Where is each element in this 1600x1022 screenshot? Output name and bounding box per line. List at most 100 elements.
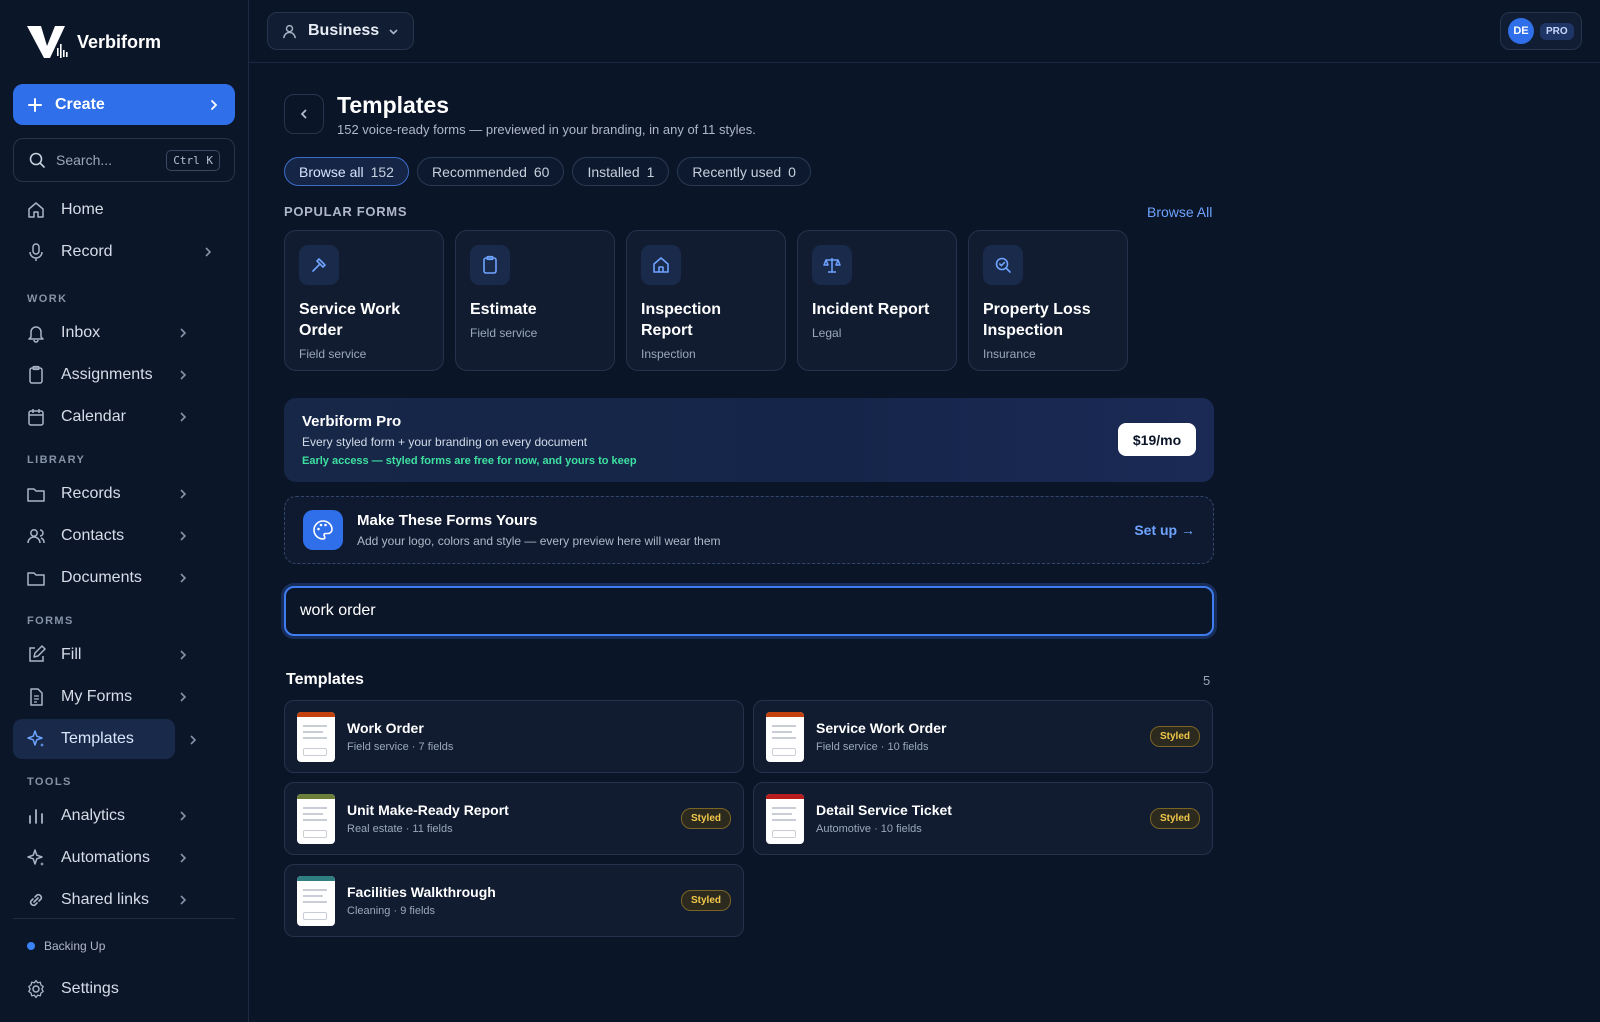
hammer-icon	[299, 245, 339, 285]
sidebar-item-label: Analytics	[61, 807, 126, 824]
results-heading: Templates	[286, 671, 364, 688]
sidebar-item-settings[interactable]: Settings	[13, 969, 225, 1009]
sidebar-item-documents[interactable]: Documents	[13, 558, 225, 598]
clipboard-icon	[29, 365, 43, 384]
chevron-right-icon	[180, 328, 187, 338]
sidebar-item-label: Documents	[61, 569, 142, 586]
template-name: Service Work Order	[816, 720, 947, 736]
search-icon	[29, 152, 45, 168]
page-subtitle: 152 voice-ready forms — previewed in you…	[337, 122, 756, 137]
sidebar-item-my-forms[interactable]: My Forms	[13, 677, 225, 717]
bar-chart-icon	[29, 809, 43, 824]
popular-card-category: Inspection	[641, 347, 696, 361]
sidebar-item-automations[interactable]: Automations	[13, 838, 225, 878]
sidebar-item-templates[interactable]: Templates	[13, 719, 175, 759]
sidebar-item-label: Inbox	[61, 324, 101, 341]
sidebar-search[interactable]: Search... Ctrl K	[13, 138, 235, 182]
sidebar-item-fill[interactable]: Fill	[13, 635, 225, 675]
tab-recently-used[interactable]: Recently used 0	[677, 157, 811, 186]
create-button[interactable]: Create	[13, 84, 235, 125]
section-label-work: WORK	[27, 293, 68, 305]
popular-card-inspection-report[interactable]: Inspection Report Inspection	[626, 230, 786, 371]
sidebar: Verbiform Create Search... Ctrl K Home R…	[0, 0, 249, 1022]
form-thumbnail-icon	[297, 793, 335, 844]
chevron-right-icon	[180, 370, 187, 380]
users-icon	[27, 529, 45, 544]
template-row[interactable]: Detail Service Ticket Automotive · 10 fi…	[753, 782, 1213, 855]
template-row[interactable]: Unit Make-Ready Report Real estate · 11 …	[284, 782, 744, 855]
popular-forms-heading: POPULAR FORMS	[284, 204, 408, 219]
chevron-right-icon[interactable]	[186, 733, 200, 747]
chevron-right-icon	[180, 573, 187, 583]
template-meta: Cleaning · 9 fields	[347, 905, 436, 917]
form-thumbnail-icon	[297, 711, 335, 762]
sidebar-item-label: Home	[61, 201, 104, 218]
tab-count: 152	[370, 163, 394, 180]
sidebar-item-inbox[interactable]: Inbox	[13, 313, 225, 353]
popular-card-estimate[interactable]: Estimate Field service	[455, 230, 615, 371]
template-name: Work Order	[347, 720, 424, 736]
chevron-down-icon	[389, 28, 398, 35]
styled-badge: Styled	[1149, 726, 1200, 747]
chevron-right-icon	[180, 531, 187, 541]
tab-installed[interactable]: Installed 1	[572, 157, 670, 186]
tab-browse-all[interactable]: Browse all 152	[284, 157, 409, 186]
avatar: DE	[1508, 18, 1534, 44]
page-title: Templates	[337, 92, 450, 118]
branding-description: Add your logo, colors and style — every …	[357, 534, 721, 548]
template-row[interactable]: Facilities Walkthrough Cleaning · 9 fiel…	[284, 864, 744, 937]
tab-recommended[interactable]: Recommended 60	[416, 157, 565, 186]
sidebar-item-home[interactable]: Home	[13, 190, 225, 230]
file-icon	[30, 688, 43, 706]
chevron-right-icon	[180, 811, 187, 821]
edit-icon	[29, 645, 46, 662]
popular-card-incident-report[interactable]: Incident Report Legal	[797, 230, 957, 371]
pro-upsell-banner: Verbiform Pro Every styled form + your b…	[284, 398, 1214, 482]
home-icon	[28, 202, 44, 218]
org-name: Business	[308, 22, 380, 39]
sidebar-item-assignments[interactable]: Assignments	[13, 355, 225, 395]
section-label-forms: FORMS	[27, 615, 74, 627]
section-label-library: LIBRARY	[27, 454, 86, 466]
tab-label: Recently used	[692, 163, 782, 180]
browse-all-link[interactable]: Browse All	[1147, 204, 1212, 220]
sidebar-item-record[interactable]: Record	[13, 232, 225, 272]
sidebar-item-label: Templates	[61, 730, 134, 747]
popular-card-name: Estimate	[470, 301, 537, 318]
template-search-input[interactable]	[284, 586, 1214, 636]
form-thumbnail-icon	[766, 793, 804, 844]
palette-icon	[303, 510, 343, 550]
popular-card-property-loss-inspection[interactable]: Property Loss Inspection Insurance	[968, 230, 1128, 371]
sidebar-item-analytics[interactable]: Analytics	[13, 796, 225, 836]
popular-card-service-work-order[interactable]: Service Work Order Field service	[284, 230, 444, 371]
sidebar-item-records[interactable]: Records	[13, 474, 225, 514]
sidebar-item-contacts[interactable]: Contacts	[13, 516, 225, 556]
sidebar-item-label: Shared links	[61, 891, 150, 908]
pro-note: Early access — styled forms are free for…	[302, 455, 637, 467]
template-row[interactable]: Service Work Order Field service · 10 fi…	[753, 700, 1213, 773]
app-name: Verbiform	[77, 31, 162, 52]
sidebar-divider	[13, 918, 235, 919]
results-count: 5	[1203, 673, 1211, 688]
pro-price-button[interactable]: $19/mo	[1118, 423, 1196, 456]
popular-card-category: Field service	[299, 347, 367, 361]
house-icon	[641, 245, 681, 285]
styled-badge: Styled	[680, 890, 731, 911]
popular-card-name: Inspection Report	[641, 301, 722, 339]
create-label: Create	[55, 95, 105, 113]
plus-icon	[28, 97, 42, 112]
mic-icon	[29, 243, 43, 261]
sidebar-item-calendar[interactable]: Calendar	[13, 397, 225, 437]
plan-badge: PRO	[1540, 22, 1574, 40]
account-menu[interactable]: DE PRO	[1500, 12, 1582, 50]
sidebar-item-label: Calendar	[61, 408, 126, 425]
status-dot	[27, 942, 35, 950]
popular-card-name: Service Work Order	[299, 301, 401, 339]
back-button[interactable]	[284, 94, 324, 134]
template-row[interactable]: Work Order Field service · 7 fields	[284, 700, 744, 773]
sidebar-item-shared-links[interactable]: Shared links	[13, 880, 225, 920]
tab-count: 1	[646, 163, 655, 180]
setup-link[interactable]: Set up →	[1134, 522, 1195, 538]
org-switcher[interactable]: Business	[267, 12, 414, 50]
brand[interactable]: Verbiform	[25, 22, 161, 62]
